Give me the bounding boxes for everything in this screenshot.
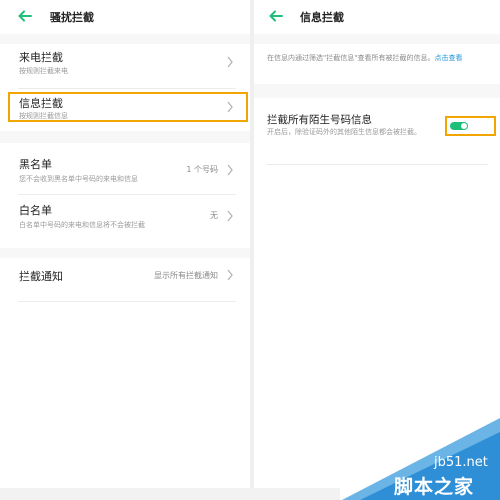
highlight-frame [8,92,248,122]
block-notification-title: 拦截通知 [19,270,63,283]
divider [18,301,236,302]
section-gap [0,34,250,44]
whitelist-title: 白名单 [19,204,52,217]
page-title: 骚扰拦截 [50,11,94,24]
section-gap [254,34,500,44]
blacklist-item[interactable]: 黑名单 您不会收到黑名单中号码的来电和信息 1 个号码 [0,150,250,192]
section-gap [254,84,500,98]
view-link[interactable]: 点击查看 [434,54,462,62]
info-description: 在信息内通过筛选"拦截信息"查看所有被拦截的信息。点击查看 [267,53,492,64]
highlight-frame [445,116,496,136]
whitelist-item[interactable]: 白名单 白名单中号码的来电和信息将不会被拦截 无 [0,196,250,242]
back-arrow-icon[interactable] [268,8,284,24]
call-block-title: 来电拦截 [19,51,63,64]
divider [266,164,488,165]
watermark-url: jb51.net [434,455,488,470]
call-block-subtitle: 按规则拦截来电 [19,67,68,75]
blacklist-title: 黑名单 [19,158,52,171]
harassment-block-screen: 骚扰拦截 来电拦截 按规则拦截来电 信息拦截 按规则拦截信息 黑名单 您不会收到… [0,0,250,500]
chevron-right-icon [227,164,233,176]
info-text: 在信息内通过筛选"拦截信息"查看所有被拦截的信息。 [267,54,435,62]
divider [18,194,236,195]
call-block-item[interactable]: 来电拦截 按规则拦截来电 [0,44,250,90]
site-watermark: jb51.net 脚本之家 [342,418,500,500]
whitelist-subtitle: 白名单中号码的来电和信息将不会被拦截 [19,221,145,229]
right-header: 信息拦截 [254,0,500,34]
block-notification-item[interactable]: 拦截通知 显示所有拦截通知 [0,262,250,294]
section-gap [0,131,250,143]
blacklist-count: 1 个号码 [186,165,218,174]
block-strangers-title: 拦截所有陌生号码信息 [267,114,372,126]
watermark-text: 脚本之家 [394,476,475,498]
page-title: 信息拦截 [300,11,344,24]
blacklist-subtitle: 您不会收到黑名单中号码的来电和信息 [19,175,138,183]
chevron-right-icon [227,56,233,68]
block-notification-value: 显示所有拦截通知 [154,271,218,280]
section-gap [0,248,250,258]
block-strangers-subtitle: 开启后，除验证码外的其他陌生信息都会被拦截。 [267,128,421,136]
left-header: 骚扰拦截 [0,0,250,34]
divider [18,88,236,89]
chevron-right-icon [227,269,233,281]
chevron-right-icon [227,210,233,222]
bottom-strip [0,488,340,500]
back-arrow-icon[interactable] [17,8,33,24]
whitelist-value: 无 [210,211,218,220]
